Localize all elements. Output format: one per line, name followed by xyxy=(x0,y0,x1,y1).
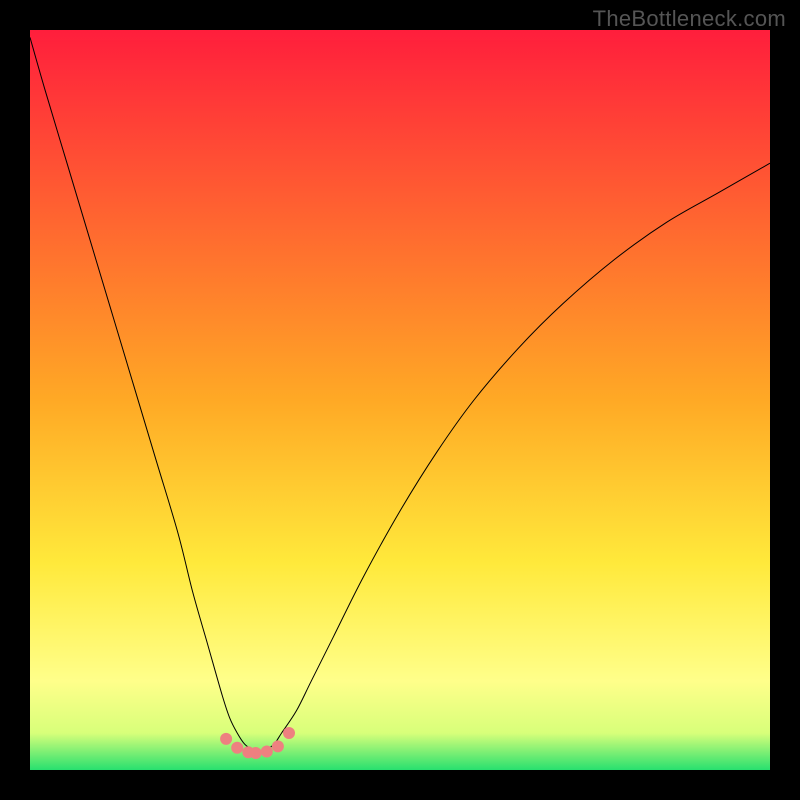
chart-frame: TheBottleneck.com xyxy=(0,0,800,800)
chart-svg xyxy=(30,30,770,770)
marker-point xyxy=(220,733,232,745)
watermark-text: TheBottleneck.com xyxy=(593,6,786,32)
marker-point xyxy=(272,740,284,752)
marker-point xyxy=(261,746,273,758)
marker-point xyxy=(231,742,243,754)
marker-point xyxy=(283,727,295,739)
marker-point xyxy=(250,747,262,759)
gradient-background xyxy=(30,30,770,770)
plot-area xyxy=(30,30,770,770)
